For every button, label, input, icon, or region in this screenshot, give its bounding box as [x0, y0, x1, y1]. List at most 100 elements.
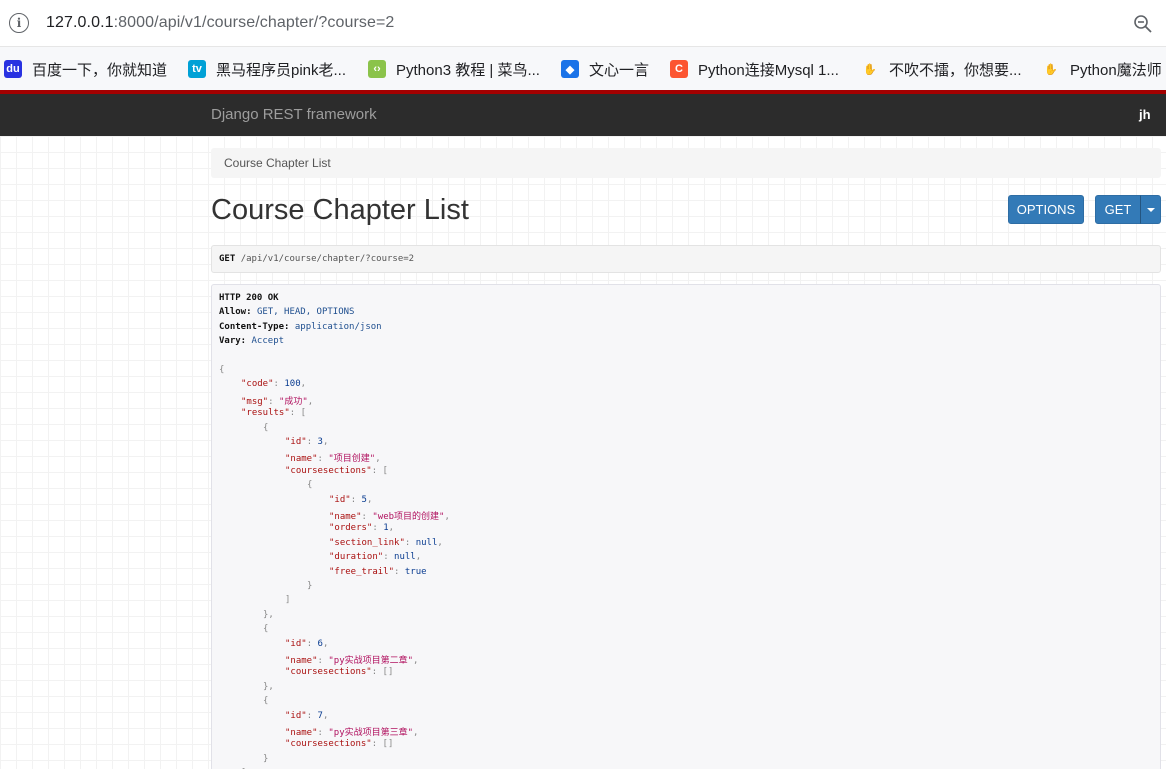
json-token: :	[268, 396, 279, 407]
json-line: {	[263, 696, 268, 706]
json-line: "id": 7,	[285, 711, 328, 721]
json-token: "coursesections"	[285, 667, 372, 678]
navbar-brand[interactable]: Django REST framework	[211, 106, 377, 123]
get-format-dropdown[interactable]	[1140, 195, 1161, 224]
bookmark-item[interactable]: tv 黑马程序员pink老...	[188, 58, 346, 80]
bookmark-label: Python3 教程 | 菜鸟...	[396, 61, 540, 79]
json-token: {	[307, 480, 313, 491]
json-token: ,	[388, 523, 395, 534]
json-token: "id"	[285, 710, 307, 721]
response-info: HTTP 200 OK Allow: GET, HEAD, OPTIONS Cont…	[211, 284, 1161, 769]
json-token: true	[404, 566, 427, 577]
url-text[interactable]: 127.0.0.1:8000/api/v1/course/chapter/?co…	[46, 14, 394, 32]
json-token: "成功"	[278, 396, 308, 407]
header-key: Allow:	[219, 307, 252, 318]
json-token: :	[273, 379, 285, 390]
json-token: ,	[366, 494, 373, 505]
csdn-c-icon: C	[670, 60, 688, 78]
json-line: "name": "web项目的创建",	[329, 509, 450, 522]
json-token: :	[306, 437, 318, 447]
json-line: "name": "项目创建",	[285, 451, 381, 464]
json-line: ]	[285, 595, 290, 605]
wenxin-cube-icon: ◆	[561, 60, 579, 78]
json-token: "code"	[241, 379, 274, 390]
json-token: "name"	[285, 454, 318, 465]
json-token: "results"	[241, 408, 290, 419]
breadcrumb: Course Chapter List	[211, 148, 1161, 178]
json-token: :	[404, 537, 416, 548]
bookmark-label: Python连接Mysql 1...	[698, 61, 839, 79]
json-line: "coursesections": []	[285, 739, 393, 749]
json-token: :	[383, 552, 395, 563]
json-line: }	[307, 581, 312, 591]
json-token: : [	[289, 408, 307, 419]
breadcrumb-item[interactable]: Course Chapter List	[224, 156, 331, 170]
json-line: {	[307, 480, 312, 490]
json-token: "coursesections"	[285, 465, 372, 476]
bookmark-label: Python魔法师	[1070, 61, 1162, 79]
bookmark-item[interactable]: ◆ 文心一言	[561, 58, 649, 80]
url-host: 127.0.0.1	[46, 14, 114, 31]
json-line: },	[263, 610, 274, 620]
json-token: :	[394, 566, 405, 577]
json-token: },	[263, 609, 274, 620]
json-line: {	[219, 365, 224, 375]
response-header-line: HTTP 200 OK	[219, 293, 279, 303]
json-token: :	[350, 494, 362, 505]
json-token: ,	[437, 537, 443, 548]
bilibili-tv-icon: tv	[188, 60, 206, 78]
url-path: :8000/api/v1/course/chapter/?course=2	[113, 14, 395, 31]
json-line: "coursesections": [	[285, 466, 388, 476]
json-token: "orders"	[329, 523, 373, 534]
json-token: :	[306, 710, 318, 721]
json-line: "code": 100,	[241, 379, 306, 389]
json-line: {	[263, 624, 268, 634]
json-line: "coursesections": []	[285, 667, 393, 677]
json-line: "orders": 1,	[329, 523, 394, 533]
json-token: {	[263, 696, 269, 707]
json-token: ,	[444, 512, 450, 522]
json-token: : []	[371, 739, 394, 750]
header-value: Accept	[251, 336, 285, 347]
options-button[interactable]: OPTIONS	[1008, 195, 1084, 224]
user-menu[interactable]: jh	[1139, 107, 1151, 122]
json-token: },	[263, 681, 274, 692]
header-value: application/json	[294, 321, 382, 332]
bookmark-item[interactable]: ✋ 不吹不擂，你想要...	[861, 58, 1021, 80]
json-token: "项目创建"	[328, 454, 376, 465]
response-header-line: Allow: GET, HEAD, OPTIONS	[219, 307, 354, 317]
bookmark-item[interactable]: du 百度一下，你就知道	[4, 58, 167, 80]
json-token: }	[307, 581, 313, 591]
json-line: "section_link": null,	[329, 538, 443, 548]
json-token: : []	[371, 667, 394, 678]
json-token: :	[361, 512, 373, 522]
json-token: ,	[300, 379, 307, 390]
json-line: "duration": null,	[329, 552, 421, 562]
site-info-icon[interactable]: i	[9, 13, 29, 33]
baidu-paw-icon: du	[4, 60, 22, 78]
json-token: : [	[371, 465, 388, 476]
bookmark-item[interactable]: ‹› Python3 教程 | 菜鸟...	[368, 58, 540, 80]
json-token: }	[263, 753, 269, 764]
json-line: "id": 6,	[285, 639, 328, 649]
json-token: ,	[322, 437, 329, 447]
json-line: "msg": "成功",	[241, 394, 313, 407]
json-token: "free_trail"	[329, 566, 395, 577]
zoom-out-icon[interactable]	[1133, 14, 1153, 34]
json-token: {	[219, 365, 225, 375]
bookmark-item[interactable]: C Python连接Mysql 1...	[670, 58, 839, 80]
header-key: HTTP 200 OK	[219, 293, 279, 303]
json-token: "duration"	[329, 552, 384, 563]
address-bar[interactable]: i 127.0.0.1:8000/api/v1/course/chapter/?…	[0, 0, 1166, 46]
response-header-line: Vary: Accept	[219, 336, 284, 346]
json-token: "msg"	[241, 396, 269, 407]
json-line: },	[263, 682, 274, 692]
header-key: Content-Type:	[219, 321, 290, 332]
bookmark-item[interactable]: ✋ Python魔法师	[1042, 58, 1162, 80]
get-button[interactable]: GET	[1095, 195, 1141, 224]
json-token: "web项目的创建"	[372, 512, 445, 522]
json-token: ,	[307, 396, 314, 407]
request-info: GET /api/v1/course/chapter/?course=2	[211, 245, 1161, 273]
json-line: "name": "py实战项目第二章",	[285, 653, 418, 666]
json-token: ,	[322, 710, 329, 721]
